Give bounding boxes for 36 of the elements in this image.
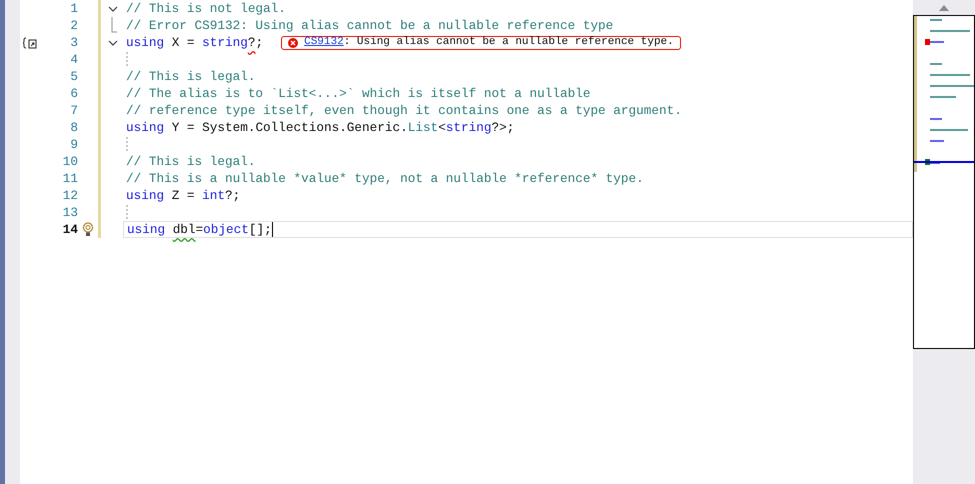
line-number: 9 (70, 136, 78, 154)
code-line: // This is legal. (126, 68, 256, 86)
line-number: 6 (70, 84, 78, 103)
line-number: 7 (70, 102, 78, 120)
line-number: 1 (70, 0, 78, 18)
code-line: // The alias is to `List<...>` which is itself not a nullable (126, 84, 590, 103)
code-line: // reference type itself, even though it contains one as a type argument. (126, 102, 682, 120)
line-number: 5 (70, 68, 78, 86)
line-number: 13 (62, 204, 78, 222)
lightbulb-icon[interactable] (82, 222, 94, 237)
collapse-icon[interactable] (108, 4, 118, 14)
quick-action-icon[interactable] (23, 36, 37, 48)
error-code-link[interactable]: CS9132 (304, 34, 344, 51)
code-line: // This is legal. (126, 152, 256, 171)
error-message: : Using alias cannot be a nullable reference type. (344, 35, 674, 50)
code-line: using Z = int?; (126, 186, 240, 205)
code-line: // This is a nullable *value* type, not a nullable *reference* type. (126, 170, 644, 188)
collapse-icon[interactable] (108, 38, 118, 48)
code-line: using X = string?; (126, 34, 264, 52)
line-number: 14 (62, 220, 78, 239)
code-line: using dbl=object[]; (127, 220, 272, 239)
line-number: 3 (70, 34, 78, 52)
code-line: // This is not legal. (126, 0, 286, 18)
line-number: 10 (62, 152, 78, 171)
line-number: 8 (70, 118, 78, 137)
scroll-up-icon[interactable] (939, 4, 949, 10)
indent-guide (126, 205, 128, 220)
line-number: 2 (70, 16, 78, 35)
code-line: // Error CS9132: Using alias cannot be a nullable reference type (126, 16, 614, 35)
line-number: 4 (70, 50, 78, 69)
line-number: 11 (62, 170, 78, 188)
code-line: using Y = System.Collections.Generic.List<string?>; (126, 118, 514, 137)
line-number: 12 (62, 186, 78, 205)
indent-guide (126, 52, 128, 67)
indent-guide (126, 137, 128, 152)
text-caret (272, 222, 273, 237)
